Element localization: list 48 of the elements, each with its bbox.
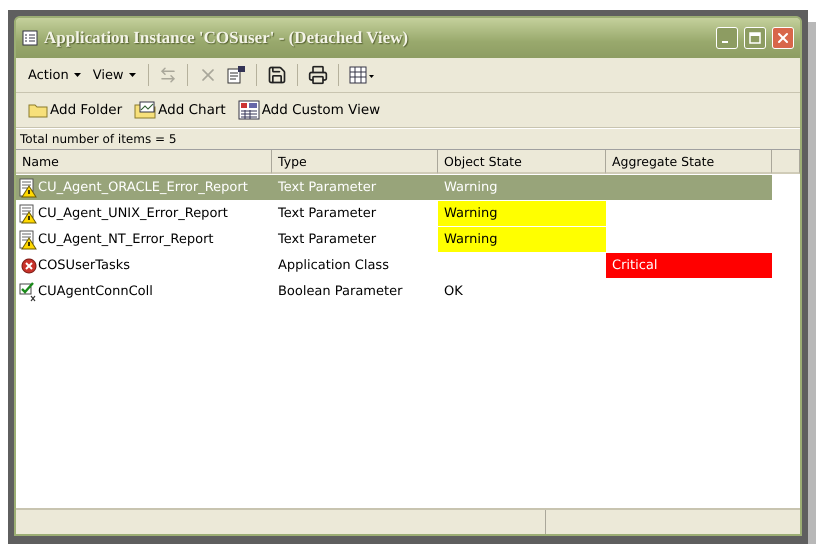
maximize-icon — [749, 32, 761, 44]
aggregate-state-cell: Critical — [606, 253, 772, 278]
minimize-icon — [722, 41, 728, 43]
name-cell: CUAgentConnColl — [38, 284, 153, 299]
list-row[interactable]: CU_Agent_UNIX_Error_Report Text Parameter Warning — [16, 201, 772, 226]
menu-button[interactable]: View — [88, 66, 140, 84]
name-cell: CU_Agent_UNIX_Error_Report — [38, 206, 228, 221]
warning-document-icon — [19, 178, 37, 198]
list-row[interactable]: CUAgentConnColl Boolean Parameter OK — [16, 279, 772, 304]
name-cell: CU_Agent_ORACLE_Error_Report — [38, 180, 248, 195]
type-cell-text: Application Class — [277, 257, 390, 275]
toolbar-action-button[interactable]: Add Folder — [24, 100, 126, 120]
custom-view-icon — [238, 100, 260, 120]
column-header[interactable]: Object State — [438, 150, 606, 174]
type-cell-text: Boolean Parameter — [277, 283, 404, 301]
close-icon — [775, 30, 791, 46]
toolbar-action-button[interactable]: Add Chart — [130, 99, 230, 121]
type-cell-text: Text Parameter — [277, 179, 378, 197]
type-cell-text: Text Parameter — [277, 205, 378, 223]
name-cell: CU_Agent_NT_Error_Report — [38, 232, 214, 247]
warning-document-icon — [19, 230, 37, 250]
menu-button[interactable]: Action — [24, 66, 85, 84]
type-cell-text: Text Parameter — [277, 231, 378, 249]
error-icon — [19, 256, 37, 274]
name-cell: COSUserTasks — [38, 258, 130, 273]
check-icon — [19, 282, 37, 302]
object-state-cell: Warning — [438, 227, 606, 252]
window-title: Application Instance 'COSuser' - (Detached View) — [44, 28, 410, 48]
toolbar-action-button[interactable]: Add Custom View — [234, 98, 384, 122]
item-count-label: Total number of items = 5 — [20, 132, 177, 146]
caret-icon — [128, 73, 136, 77]
column-header[interactable]: Type — [272, 150, 438, 174]
list-row[interactable]: COSUserTasks Application Class Critical — [16, 253, 772, 278]
object-state-cell: Warning — [438, 201, 606, 226]
minimize-button[interactable] — [716, 27, 738, 49]
folder-icon — [28, 102, 48, 118]
column-header[interactable]: Aggregate State — [606, 150, 772, 174]
object-state-cell-text: Warning — [443, 179, 498, 197]
column-header[interactable]: Name — [16, 150, 272, 174]
object-state-cell-text: OK — [443, 283, 464, 301]
warning-document-icon — [19, 204, 37, 224]
chart-icon — [134, 101, 156, 119]
list-window-icon — [22, 30, 38, 46]
maximize-button[interactable] — [744, 27, 766, 49]
caret-icon — [74, 73, 81, 77]
close-button[interactable] — [772, 27, 794, 49]
list-row[interactable]: CU_Agent_NT_Error_Report Text Parameter Warning — [16, 227, 772, 252]
column-header[interactable] — [772, 150, 800, 174]
